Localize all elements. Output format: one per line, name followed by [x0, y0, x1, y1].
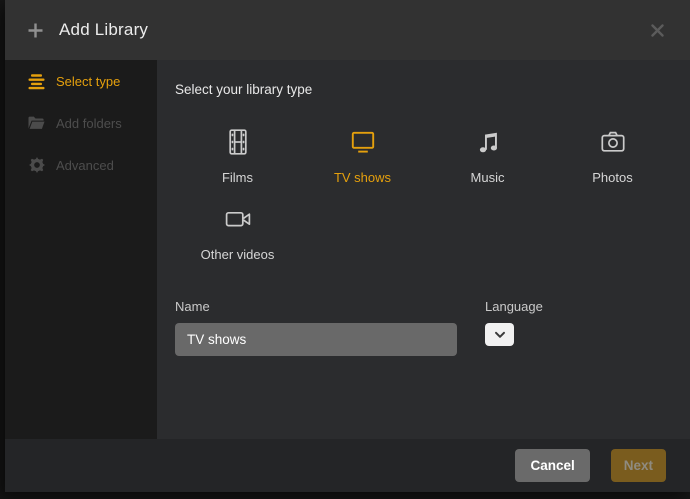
dialog-title: Add Library: [59, 20, 149, 39]
language-field-label: Language: [485, 299, 543, 314]
sidebar-item-add-folders[interactable]: Add folders: [5, 102, 157, 144]
library-type-grid: Films TV shows Music Photos Other videos: [175, 126, 680, 262]
type-option-label: Films: [221, 170, 254, 185]
library-details-row: Name Language: [175, 299, 690, 356]
add-library-dialog: Add Library Select type Add folders Adva…: [5, 0, 690, 492]
gear-icon: [28, 157, 45, 173]
music-note-icon: [473, 126, 503, 158]
language-field-group: Language: [485, 299, 543, 356]
type-option-label: Music: [470, 170, 505, 185]
tv-icon: [348, 126, 378, 158]
name-field-group: Name: [175, 299, 457, 356]
sidebar-item-label: Advanced: [56, 157, 114, 173]
sidebar-item-label: Add folders: [56, 115, 122, 131]
list-icon: [28, 73, 45, 90]
panel-heading: Select your library type: [175, 82, 313, 97]
film-strip-icon: [223, 126, 253, 158]
type-option-label: TV shows: [333, 170, 392, 185]
sidebar-item-advanced[interactable]: Advanced: [5, 144, 157, 186]
dialog-body: Select type Add folders Advanced Select …: [5, 60, 690, 439]
type-option-other-videos[interactable]: Other videos: [175, 203, 300, 262]
wizard-steps-sidebar: Select type Add folders Advanced: [5, 60, 157, 439]
dialog-header: Add Library: [5, 0, 690, 60]
chevron-down-icon: [494, 331, 506, 339]
cancel-button[interactable]: Cancel: [515, 449, 590, 482]
select-type-panel: Select your library type Films TV shows: [157, 60, 690, 439]
plus-icon: [27, 22, 44, 39]
next-button[interactable]: Next: [610, 449, 666, 482]
type-option-tv-shows[interactable]: TV shows: [300, 126, 425, 185]
folder-icon: [28, 116, 45, 130]
type-option-label: Other videos: [200, 247, 275, 262]
video-camera-icon: [223, 203, 253, 235]
close-button[interactable]: [647, 20, 668, 41]
dialog-footer: Cancel Next: [5, 439, 690, 492]
language-select[interactable]: [485, 323, 514, 346]
camera-icon: [598, 126, 628, 158]
library-name-input[interactable]: [175, 323, 457, 356]
close-icon: [651, 23, 664, 37]
sidebar-item-select-type[interactable]: Select type: [5, 60, 157, 102]
type-option-films[interactable]: Films: [175, 126, 300, 185]
type-option-music[interactable]: Music: [425, 126, 550, 185]
name-field-label: Name: [175, 299, 210, 314]
type-option-photos[interactable]: Photos: [550, 126, 675, 185]
type-option-label: Photos: [592, 170, 633, 185]
sidebar-item-label: Select type: [56, 73, 121, 89]
